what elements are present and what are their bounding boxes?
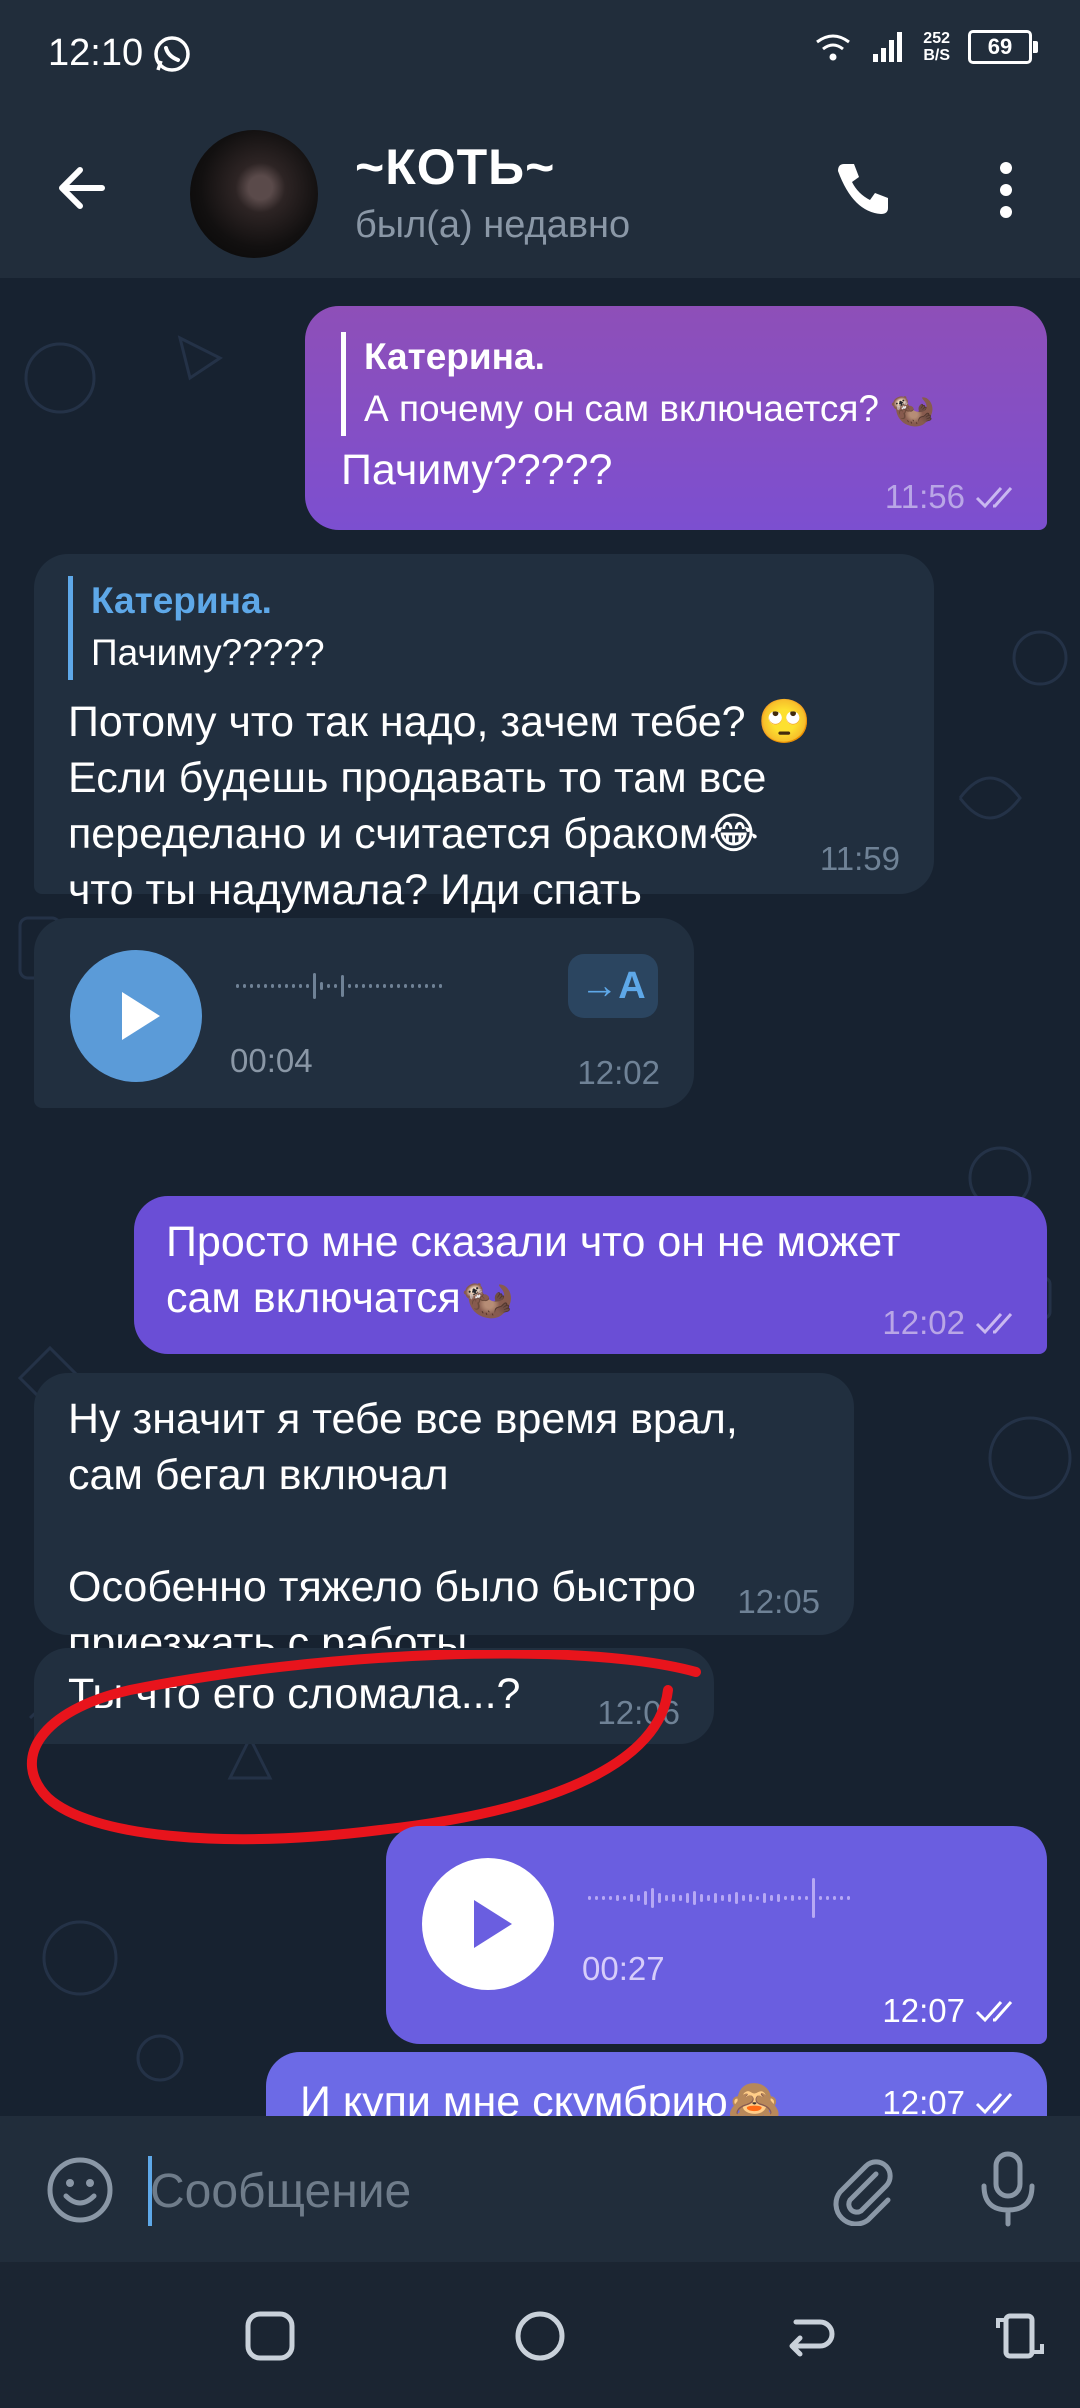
network-speed: 252 B/S — [923, 30, 950, 64]
message-input-bar: Сообщение — [0, 2116, 1080, 2262]
play-icon — [122, 992, 160, 1040]
waveform — [236, 966, 442, 1006]
message-meta: 12:02 — [882, 1304, 1023, 1342]
red-highlight-scribble — [26, 1650, 701, 1845]
transcribe-button[interactable]: →A — [568, 954, 658, 1018]
chat-title[interactable]: ~КОТЬ~ — [355, 138, 555, 196]
reply-quote[interactable]: Катерина. А почему он сам включается? 🦦 — [341, 332, 1034, 436]
network-speed-unit: B/S — [923, 47, 950, 64]
double-check-icon — [975, 2001, 1013, 2023]
waveform — [588, 1878, 850, 1918]
message-outgoing[interactable]: И купи мне скумбрию🙈 12:07 — [266, 2052, 1047, 2116]
message-outgoing[interactable]: Катерина. А почему он сам включается? 🦦 … — [305, 306, 1047, 530]
message-incoming[interactable]: Катерина. Пачиму????? Потому что так над… — [34, 554, 934, 914]
back-nav-icon[interactable] — [782, 2308, 838, 2364]
voice-duration: 00:04 — [230, 1042, 313, 1079]
avatar[interactable] — [190, 130, 318, 258]
reply-author: Катерина. — [91, 580, 272, 621]
chat-header: ~КОТЬ~ был(а) недавно — [0, 100, 1080, 278]
reply-author: Катерина. — [364, 336, 545, 377]
message-text: Ну значит я тебе все время врал, сам бег… — [68, 1391, 738, 1671]
rotate-icon[interactable] — [992, 2308, 1048, 2364]
status-time: 12:10 — [48, 32, 144, 74]
reply-quote[interactable]: Катерина. Пачиму????? — [68, 576, 871, 680]
message-text: И купи мне скумбрию🙈 — [300, 2078, 782, 2116]
network-speed-value: 252 — [923, 30, 950, 47]
attach-icon[interactable] — [826, 2154, 898, 2226]
mic-icon[interactable] — [976, 2150, 1040, 2230]
message-line: сам бегал включал — [68, 1451, 449, 1499]
message-time: 12:02 — [577, 1054, 660, 1091]
signal-icon — [873, 32, 903, 62]
phone-icon[interactable] — [830, 158, 894, 222]
message-line: Просто мне сказали что он не может — [166, 1218, 901, 1266]
play-icon — [474, 1900, 512, 1948]
wifi-icon — [816, 34, 851, 61]
back-arrow-icon[interactable] — [52, 158, 112, 218]
more-vert-icon[interactable] — [990, 158, 1022, 222]
message-incoming[interactable]: Ну значит я тебе все время врал, сам бег… — [34, 1373, 854, 1667]
reply-text: А почему он сам включается? 🦦 — [364, 388, 936, 429]
whatsapp-icon — [154, 36, 190, 72]
message-meta: 11:56 — [885, 478, 1023, 516]
double-check-icon — [975, 487, 1013, 509]
double-check-icon — [975, 1313, 1013, 1335]
double-check-icon — [975, 2093, 1013, 2115]
message-line: переделано и считается браком😂 — [68, 810, 759, 858]
chat-status: был(а) недавно — [355, 204, 631, 246]
reply-text: Пачиму????? — [91, 632, 325, 673]
message-outgoing[interactable]: Просто мне сказали что он не может сам в… — [134, 1196, 1047, 1354]
chat-area[interactable]: Катерина. А почему он сам включается? 🦦 … — [0, 278, 1080, 2116]
message-line: Ну значит я тебе все время врал, — [68, 1395, 738, 1443]
message-meta: 12:07 — [882, 2084, 1023, 2116]
play-button[interactable] — [70, 950, 202, 1082]
status-bar: 12:10 252 B/S 69 — [0, 0, 1080, 100]
battery-indicator: 69 — [968, 30, 1038, 64]
message-line: Потому что так надо, зачем тебе? 🙄 — [68, 698, 812, 746]
message-time: 11:56 — [884, 478, 965, 515]
message-line: сам включатся🦦 — [166, 1274, 515, 1322]
message-time: 12:05 — [737, 1583, 820, 1620]
message-line: Если будешь продавать то там все — [68, 754, 767, 802]
message-line: Особенно тяжело было быстро — [68, 1563, 696, 1611]
system-nav-bar — [0, 2262, 1080, 2408]
voice-message-incoming[interactable]: →A 00:04 12:02 — [34, 918, 694, 1108]
voice-message-outgoing[interactable]: 00:27 12:07 — [386, 1826, 1047, 2044]
message-time: 12:07 — [882, 2084, 965, 2116]
emoji-icon[interactable] — [44, 2154, 116, 2226]
message-text: Потому что так надо, зачем тебе? 🙄 Если … — [68, 694, 811, 918]
home-icon[interactable] — [512, 2308, 568, 2364]
message-input[interactable]: Сообщение — [150, 2164, 411, 2219]
message-text: Пачиму????? — [341, 446, 613, 494]
message-text: Просто мне сказали что он не может сам в… — [166, 1214, 901, 1326]
message-time: 12:07 — [882, 1992, 965, 2029]
voice-duration: 00:27 — [582, 1950, 665, 1987]
message-line: что ты надумала? Иди спать — [68, 866, 642, 914]
message-time: 12:02 — [882, 1304, 965, 1341]
message-time: 11:59 — [819, 840, 900, 877]
play-button[interactable] — [422, 1858, 554, 1990]
message-meta: 12:07 — [882, 1992, 1023, 2030]
recent-apps-icon[interactable] — [242, 2308, 298, 2364]
